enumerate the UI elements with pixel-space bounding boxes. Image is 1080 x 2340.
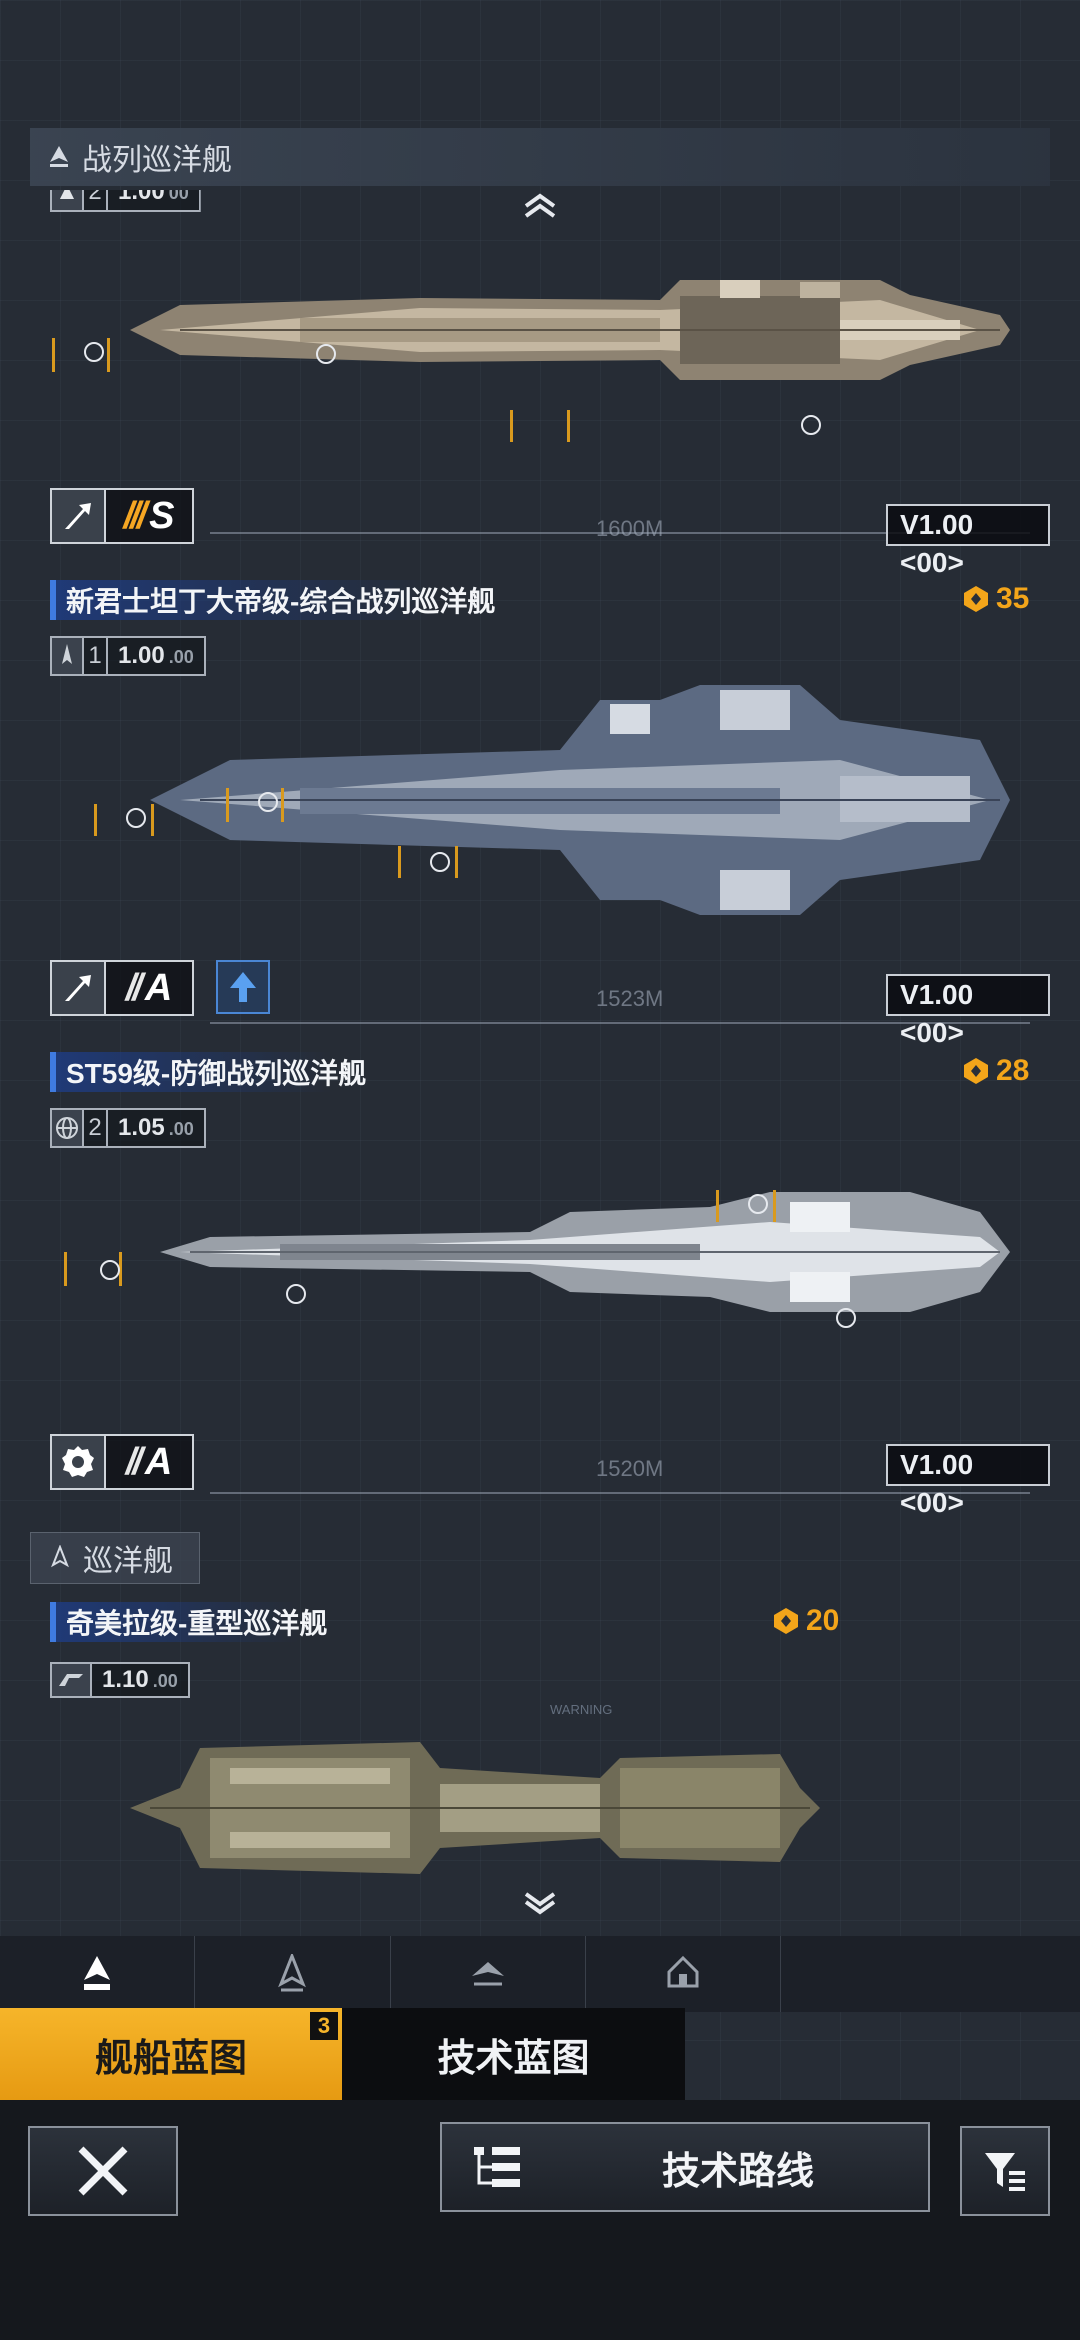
version-box: 1.10.00 bbox=[50, 1662, 190, 1698]
ship-card-3[interactable]: ST59级-防御战列巡洋舰 28 2 1.05.00 //A 1520M V1.… bbox=[30, 1052, 1050, 1518]
hardpoint-dot-icon bbox=[801, 415, 821, 435]
section-title: 巡洋舰 bbox=[83, 1545, 173, 1578]
ship-blueprint-label: 舰船蓝图 bbox=[94, 2037, 247, 2080]
scroll-down-arrow-icon[interactable] bbox=[520, 1888, 560, 1918]
filter-button[interactable] bbox=[960, 2126, 1050, 2216]
ship-name: 奇美拉级-重型巡洋舰 bbox=[50, 1602, 342, 1642]
version-tag: V1.00 <00> bbox=[886, 504, 1050, 578]
battlecruiser-class-icon bbox=[50, 146, 68, 167]
rank-box: //A bbox=[50, 960, 194, 1016]
level: 1 bbox=[84, 638, 108, 674]
tech-blueprint-label: 技术蓝图 bbox=[437, 2037, 590, 2080]
hardpoint-dot-icon bbox=[286, 1284, 306, 1304]
section-title: 战列巡洋舰 bbox=[82, 144, 232, 177]
grade-label: //A bbox=[125, 966, 173, 1009]
hardpoint-dot-icon bbox=[430, 852, 450, 872]
cruiser-class-icon bbox=[278, 1954, 307, 1992]
tech-route-label: 技术路线 bbox=[662, 2150, 815, 2193]
ship-image bbox=[130, 1742, 820, 1874]
version-tag: V1.00 <00> bbox=[886, 1444, 1050, 1518]
section-header-cruiser[interactable]: 巡洋舰 bbox=[30, 1532, 200, 1584]
battlecruiser-tab[interactable] bbox=[0, 1936, 196, 2012]
cost-label: 28 bbox=[962, 1054, 1029, 1088]
cruiser-class-icon bbox=[51, 1545, 69, 1568]
destroyer-class-icon bbox=[471, 1962, 504, 1986]
grade-label: ///S bbox=[123, 494, 175, 537]
footer-bar: 技术路线 bbox=[0, 2100, 1080, 2340]
level: 2 bbox=[84, 1110, 108, 1146]
hardpoint-dot-icon bbox=[258, 792, 278, 812]
length-label: 1520M bbox=[596, 1456, 664, 1481]
hardpoint-dot-icon bbox=[748, 1194, 768, 1214]
cruiser-tab[interactable] bbox=[195, 1936, 391, 2012]
upgrade-arrow-icon bbox=[230, 972, 256, 1002]
hardpoint-dot-icon bbox=[100, 1260, 120, 1280]
attack-role-icon bbox=[52, 962, 106, 1014]
notification-badge: 3 bbox=[310, 2012, 338, 2040]
hardpoint-dot-icon bbox=[84, 342, 104, 362]
destroyer-tab[interactable] bbox=[391, 1936, 586, 2012]
warning-label: WARNING bbox=[550, 1702, 613, 1717]
version-value: 1.10.00 bbox=[102, 1666, 178, 1693]
ship-class-tabs bbox=[0, 1936, 1080, 2012]
blueprint-mode-tabs: 舰船蓝图 3 技术蓝图 bbox=[0, 2008, 685, 2100]
frigate-tab[interactable] bbox=[586, 1936, 782, 2012]
ship-image bbox=[160, 1192, 1010, 1312]
rank-box: ///S bbox=[50, 488, 194, 544]
version-value: 1.00.00 bbox=[118, 642, 194, 669]
frigate-class-icon bbox=[667, 1955, 699, 1988]
hardpoint-dot-icon bbox=[316, 344, 336, 364]
tech-blueprint-tab[interactable]: 技术蓝图 bbox=[342, 2008, 685, 2100]
close-button[interactable] bbox=[28, 2126, 178, 2216]
version-box: 2 1.05.00 bbox=[50, 1108, 206, 1148]
length-label: 1523M bbox=[596, 986, 664, 1011]
ship-card-2[interactable]: 新君士坦丁大帝级-综合战列巡洋舰 35 1 1.00.00 //A 1523M … bbox=[30, 580, 1050, 1050]
filter-icon bbox=[985, 2153, 1025, 2191]
tech-route-button[interactable]: 技术路线 bbox=[440, 2122, 930, 2212]
attack-role-icon bbox=[52, 490, 106, 542]
section-header-battlecruiser[interactable]: 战列巡洋舰 bbox=[30, 128, 1050, 186]
ship-image bbox=[130, 280, 1010, 380]
close-icon bbox=[78, 2146, 128, 2196]
ship-type-icon: ▲ bbox=[52, 190, 84, 210]
ship-name: ST59级-防御战列巡洋舰 bbox=[50, 1052, 381, 1092]
ship-type-icon bbox=[52, 638, 84, 674]
ship-card-4[interactable]: 奇美拉级-重型巡洋舰 20 1.10.00 WARNING bbox=[30, 1602, 1050, 1892]
ship-card-1[interactable]: ▲ 2 1.00 00 ///S 1600M V1.00 <00> bbox=[30, 178, 1050, 578]
hardpoint-marker[interactable] bbox=[510, 410, 570, 442]
rank-box: //A bbox=[50, 1434, 194, 1490]
version-value: 1.05.00 bbox=[118, 1114, 194, 1141]
cost-label: 20 bbox=[772, 1604, 839, 1638]
command-point-icon bbox=[964, 1058, 988, 1084]
version-tag: V1.00 <00> bbox=[886, 974, 1050, 1048]
ship-blueprint-tab[interactable]: 舰船蓝图 3 bbox=[0, 2008, 342, 2100]
battlecruiser-class-icon bbox=[84, 1956, 111, 1990]
level: 2 bbox=[84, 190, 108, 210]
length-label: 1600M bbox=[596, 516, 664, 541]
hardpoint-dot-icon bbox=[836, 1308, 856, 1328]
ship-name: 新君士坦丁大帝级-综合战列巡洋舰 bbox=[50, 580, 510, 620]
manufacturer-logo-icon bbox=[52, 1664, 92, 1696]
cost-label: 35 bbox=[962, 582, 1029, 616]
hardpoint-dot-icon bbox=[126, 808, 146, 828]
globe-icon bbox=[52, 1110, 84, 1146]
command-point-icon bbox=[774, 1608, 798, 1634]
empty-tab bbox=[781, 1936, 1080, 2012]
command-point-icon bbox=[964, 586, 988, 612]
tech-tree-icon bbox=[474, 2147, 520, 2187]
version-box: 1 1.00.00 bbox=[50, 636, 206, 676]
grade-label: //A bbox=[125, 1440, 173, 1483]
defense-role-icon bbox=[52, 1436, 106, 1488]
version-value: 1.00 00 bbox=[118, 178, 189, 205]
